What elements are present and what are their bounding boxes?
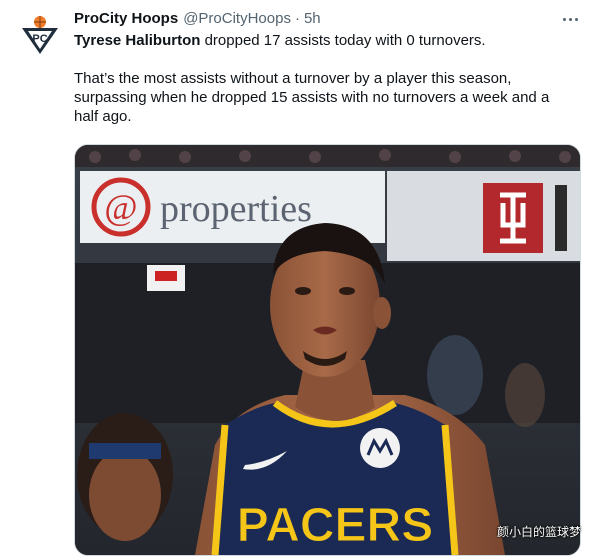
player-name: Tyrese Haliburton — [74, 32, 201, 49]
tweet[interactable]: PC ProCity Hoops @ProCityHoops · 5h Tyre… — [0, 0, 589, 556]
tweet-photo[interactable]: @ properties PACERS — [74, 144, 581, 556]
tweet-header: ProCity Hoops @ProCityHoops · 5h — [74, 10, 321, 30]
tweet-line-1: Tyrese Haliburton dropped 17 assists tod… — [74, 31, 574, 50]
procity-hoops-logo-icon: PC — [17, 13, 63, 59]
watermark: 颜小白的篮球梦 — [496, 525, 581, 539]
separator-dot: · — [294, 10, 300, 27]
tweet-text: Tyrese Haliburton dropped 17 assists tod… — [74, 31, 574, 145]
tweet-paragraph-2: That’s the most assists without a turnov… — [74, 70, 550, 125]
jersey-text: PACERS — [237, 499, 433, 552]
svg-text:properties: properties — [160, 188, 312, 230]
tweet-line-1-rest: dropped 17 assists today with 0 turnover… — [200, 32, 486, 49]
avatar[interactable]: PC — [16, 12, 64, 60]
display-name[interactable]: ProCity Hoops — [74, 10, 178, 27]
more-dots-icon[interactable] — [560, 9, 580, 29]
svg-text:@: @ — [104, 187, 137, 227]
svg-text:PC: PC — [32, 33, 47, 45]
timestamp[interactable]: 5h — [304, 10, 321, 27]
handle[interactable]: @ProCityHoops — [183, 10, 291, 27]
photo-scene: @ properties PACERS — [75, 145, 580, 555]
